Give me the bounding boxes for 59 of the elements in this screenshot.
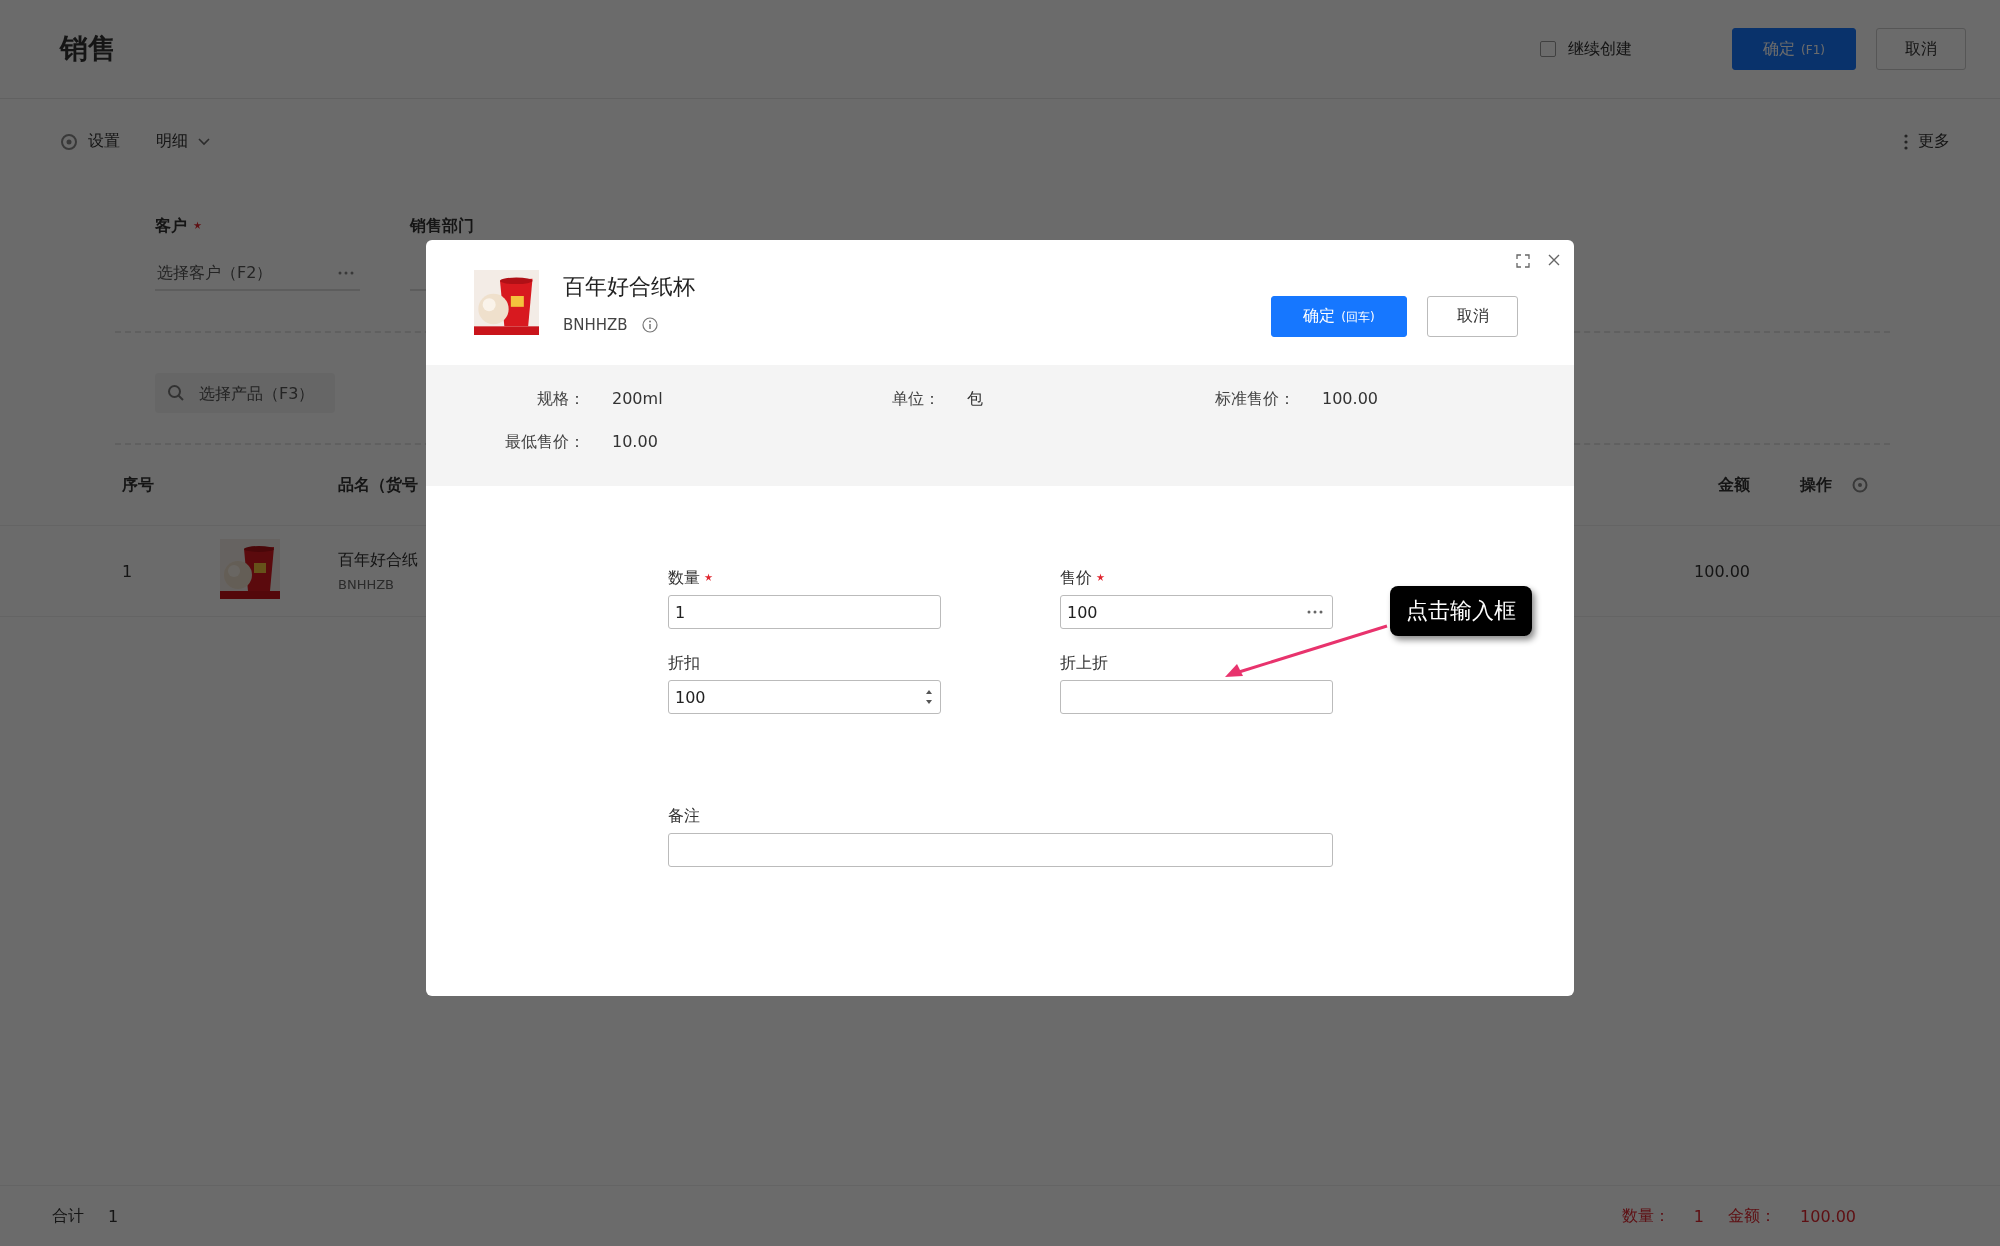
info-icon[interactable]: [641, 317, 658, 333]
info-label: 最低售价：: [504, 432, 585, 453]
customer-field[interactable]: 选择客户（F2）: [155, 255, 360, 291]
info-value: 100.00: [1322, 389, 1378, 410]
field-label: 客户: [155, 216, 187, 237]
column-header: 序号: [122, 474, 155, 496]
product-name: 百年好合纸: [338, 550, 418, 571]
table-cell-text: 1: [122, 561, 134, 581]
field-label: 折上折: [1060, 653, 1108, 674]
quantity-value: 1: [1693, 1206, 1704, 1226]
column-header: 金额: [1717, 474, 1750, 496]
gear-icon: [60, 132, 78, 151]
checkbox-label: 继续创建: [1568, 38, 1632, 60]
column-header: 操作: [1800, 474, 1832, 496]
amount-label: 金额：: [1728, 1205, 1776, 1227]
input-field[interactable]: 1: [668, 595, 941, 629]
column-header: 品名（货号: [338, 474, 419, 496]
quantity-label: 数量：: [1621, 1205, 1670, 1227]
field-label: 数量: [668, 568, 700, 589]
close-icon[interactable]: [1548, 254, 1560, 266]
toolbar-item[interactable]: 明细: [156, 131, 210, 152]
total-label: 合计: [52, 1205, 84, 1227]
info-label: 标准售价：: [1214, 389, 1295, 410]
more-icon: [1904, 133, 1908, 150]
search-icon: [167, 384, 185, 402]
more-icon[interactable]: [1307, 610, 1323, 614]
info-value: 200ml: [612, 389, 663, 410]
field-label: 售价: [1060, 568, 1092, 589]
remark-field[interactable]: [668, 833, 1333, 867]
product-title: 百年好合纸杯: [563, 273, 695, 301]
gear-icon[interactable]: [1852, 477, 1868, 493]
expand-icon[interactable]: [1516, 254, 1530, 268]
total-count: 1: [108, 1206, 119, 1226]
chevron-icon: [198, 137, 210, 146]
discount-field[interactable]: 100: [668, 680, 941, 714]
confirm-button[interactable]: 确定 (回车): [1271, 296, 1407, 337]
cancel-button[interactable]: 取消: [1876, 28, 1966, 70]
cancel-button[interactable]: 取消: [1427, 296, 1518, 337]
price-field[interactable]: 100: [1060, 595, 1333, 629]
page-title: 销售: [60, 31, 117, 67]
field-label: 备注: [668, 806, 700, 827]
info-value: 10.00: [612, 432, 658, 453]
confirm-button[interactable]: 确定 (F1): [1732, 28, 1856, 70]
table-cell-text: 100.00: [1693, 561, 1750, 581]
info-label: 规格：: [536, 389, 585, 410]
tooltip: 点击输入框: [1390, 586, 1532, 636]
checkbox[interactable]: [1540, 41, 1556, 57]
product-code: BNHHZB: [338, 577, 395, 592]
toolbar-item[interactable]: 设置: [60, 131, 120, 152]
search-field[interactable]: 选择产品（F3）: [155, 373, 335, 413]
field-label: 折扣: [668, 653, 700, 674]
more-button[interactable]: 更多: [1904, 131, 1950, 152]
input-field[interactable]: [1060, 680, 1333, 714]
amount-value: 100.00: [1800, 1206, 1856, 1226]
product-code: BNHHZB: [563, 316, 628, 334]
spinner-icon[interactable]: [925, 688, 933, 706]
info-value: 包: [967, 389, 983, 410]
field-label: 销售部门: [410, 216, 474, 237]
info-label: 单位：: [891, 389, 940, 410]
